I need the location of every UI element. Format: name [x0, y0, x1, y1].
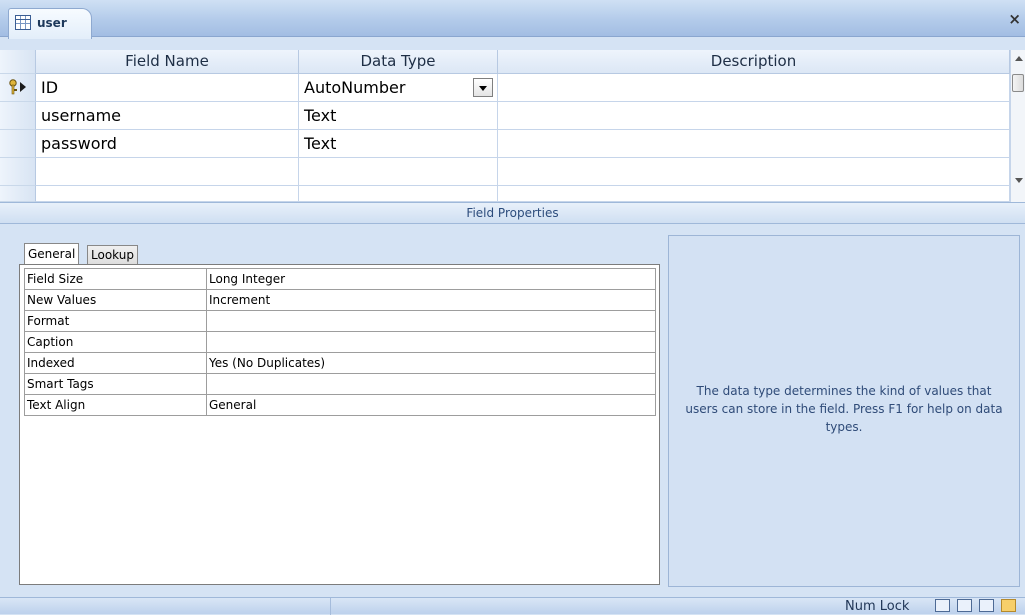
scroll-down-icon[interactable] [1015, 178, 1023, 183]
table-row-data-type[interactable]: Text [299, 130, 498, 158]
tab-general[interactable]: General [24, 243, 80, 265]
select-all-corner[interactable] [0, 50, 36, 74]
property-value[interactable]: General [206, 394, 656, 416]
property-row: Field Size Long Integer [24, 268, 656, 290]
property-value[interactable]: Long Integer [206, 268, 656, 290]
table-row-description[interactable] [498, 130, 1010, 158]
design-view-icon[interactable] [1001, 599, 1016, 612]
pivotchart-view-icon[interactable] [979, 599, 994, 612]
row-selector[interactable] [0, 130, 36, 158]
table-row-description[interactable] [498, 186, 1010, 202]
document-tab-user[interactable]: user [8, 8, 92, 39]
table-row-field-name[interactable]: username [36, 102, 299, 130]
property-row: Smart Tags [24, 373, 656, 395]
document-tab-label: user [37, 16, 67, 30]
property-value[interactable] [206, 310, 656, 332]
table-row-field-name[interactable] [36, 158, 299, 186]
data-type-dropdown-button[interactable] [473, 78, 493, 97]
table-row-field-name[interactable] [36, 186, 299, 202]
help-panel: The data type determines the kind of val… [668, 235, 1020, 587]
table-row-description[interactable] [498, 74, 1010, 102]
property-row: Format [24, 310, 656, 332]
property-value[interactable] [206, 373, 656, 395]
grid-vertical-scrollbar[interactable] [1010, 50, 1025, 202]
field-properties-panel: Field Size Long Integer New Values Incre… [19, 264, 660, 585]
property-row: New Values Increment [24, 289, 656, 311]
property-row: Text Align General [24, 394, 656, 416]
table-row-data-type[interactable]: Text [299, 102, 498, 130]
table-row-field-name[interactable]: ID [36, 74, 299, 102]
table-row-data-type[interactable] [299, 186, 498, 202]
table-row-description[interactable] [498, 158, 1010, 186]
property-value[interactable]: Yes (No Duplicates) [206, 352, 656, 374]
property-name: New Values [24, 289, 207, 311]
scroll-thumb[interactable] [1012, 74, 1024, 92]
column-header-data-type[interactable]: Data Type [299, 50, 498, 74]
primary-key-icon [9, 79, 26, 95]
pivottable-view-icon[interactable] [957, 599, 972, 612]
property-row: Indexed Yes (No Duplicates) [24, 352, 656, 374]
table-row-data-type[interactable] [299, 158, 498, 186]
column-header-field-name[interactable]: Field Name [36, 50, 299, 74]
column-header-description[interactable]: Description [498, 50, 1010, 74]
table-row-data-type[interactable]: AutoNumber [299, 74, 498, 102]
status-divider [330, 598, 331, 615]
property-name: Field Size [24, 268, 207, 290]
property-row: Caption [24, 331, 656, 353]
num-lock-indicator: Num Lock [845, 599, 910, 614]
row-selector[interactable] [0, 102, 36, 130]
property-name: Caption [24, 331, 207, 353]
field-properties-table: Field Size Long Integer New Values Incre… [24, 268, 656, 416]
close-icon[interactable]: × [1008, 12, 1021, 27]
row-selector[interactable] [0, 74, 36, 102]
row-selector[interactable] [0, 158, 36, 186]
data-type-value: AutoNumber [304, 78, 406, 97]
property-value[interactable]: Increment [206, 289, 656, 311]
scroll-up-icon[interactable] [1015, 56, 1023, 61]
field-properties-bar: Field Properties [0, 202, 1025, 224]
tab-lookup[interactable]: Lookup [87, 245, 138, 265]
property-value[interactable] [206, 331, 656, 353]
datasheet-view-icon[interactable] [935, 599, 950, 612]
row-selector[interactable] [0, 186, 36, 202]
status-bar: Num Lock [0, 597, 1025, 615]
property-name: Smart Tags [24, 373, 207, 395]
property-name: Text Align [24, 394, 207, 416]
table-row-description[interactable] [498, 102, 1010, 130]
document-tab-strip: user × [0, 0, 1025, 39]
help-text: The data type determines the kind of val… [685, 384, 1003, 434]
property-name: Indexed [24, 352, 207, 374]
table-icon [15, 15, 31, 30]
table-row-field-name[interactable]: password [36, 130, 299, 158]
property-name: Format [24, 310, 207, 332]
